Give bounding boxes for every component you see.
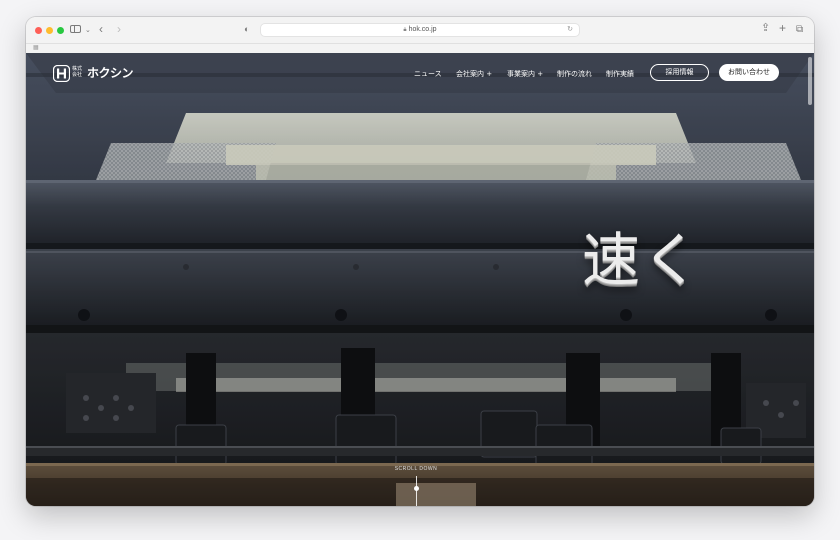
nav-company[interactable]: 会社案内 + <box>456 69 492 79</box>
chevron-right-icon[interactable]: › <box>117 23 121 35</box>
close-window-button[interactable] <box>35 27 42 34</box>
nav-business[interactable]: 事業案内 + <box>507 69 543 79</box>
company-logo-icon[interactable] <box>53 65 70 82</box>
web-page: 株式 会社 ホクシン ニュース 会社案内 + 事業案内 + 制作の流れ 制作実績… <box>26 53 814 506</box>
lock-icon: 🔒︎ <box>403 27 407 33</box>
recruit-button[interactable]: 採用情報 <box>650 64 709 81</box>
grid-icon[interactable]: ▦ <box>33 45 39 52</box>
share-icon[interactable]: ⇪ <box>761 23 770 34</box>
reload-icon[interactable]: ↻ <box>567 24 573 36</box>
shield-icon[interactable]: ◐ <box>244 24 249 35</box>
plus-icon[interactable]: + <box>779 22 786 34</box>
url-text: hok.co.jp <box>408 26 437 33</box>
nav-works[interactable]: 制作実績 <box>606 69 634 79</box>
scroll-down-label[interactable]: SCROLL DOWN <box>386 466 446 472</box>
nav-news[interactable]: ニュース <box>414 69 442 79</box>
maximize-window-button[interactable] <box>57 27 64 34</box>
page-scrollbar[interactable] <box>808 57 812 105</box>
sidebar-icon[interactable] <box>70 25 81 33</box>
contact-button[interactable]: お問い合わせ <box>719 64 779 81</box>
logo-company-type: 株式 会社 <box>72 66 83 78</box>
browser-toolbar: ⌄ ‹ › ◐ 🔒︎ hok.co.jp ↻ ⇪ + ⧉ <box>26 17 814 44</box>
nav-production-flow[interactable]: 制作の流れ <box>557 69 592 79</box>
chevron-left-icon[interactable]: ‹ <box>99 23 103 35</box>
hero-heading: 速く <box>582 226 703 294</box>
scroll-indicator-dot <box>414 486 419 491</box>
logo-company-name[interactable]: ホクシン <box>87 66 134 81</box>
address-bar[interactable]: 🔒︎ hok.co.jp ↻ <box>260 23 580 37</box>
tabs-icon[interactable]: ⧉ <box>796 24 803 35</box>
chevron-down-icon[interactable]: ⌄ <box>85 25 91 36</box>
scroll-indicator-line <box>416 476 417 506</box>
browser-window: ⌄ ‹ › ◐ 🔒︎ hok.co.jp ↻ ⇪ + ⧉ ▦ 株式 会社 ホクシ… <box>26 17 814 506</box>
minimize-window-button[interactable] <box>46 27 53 34</box>
